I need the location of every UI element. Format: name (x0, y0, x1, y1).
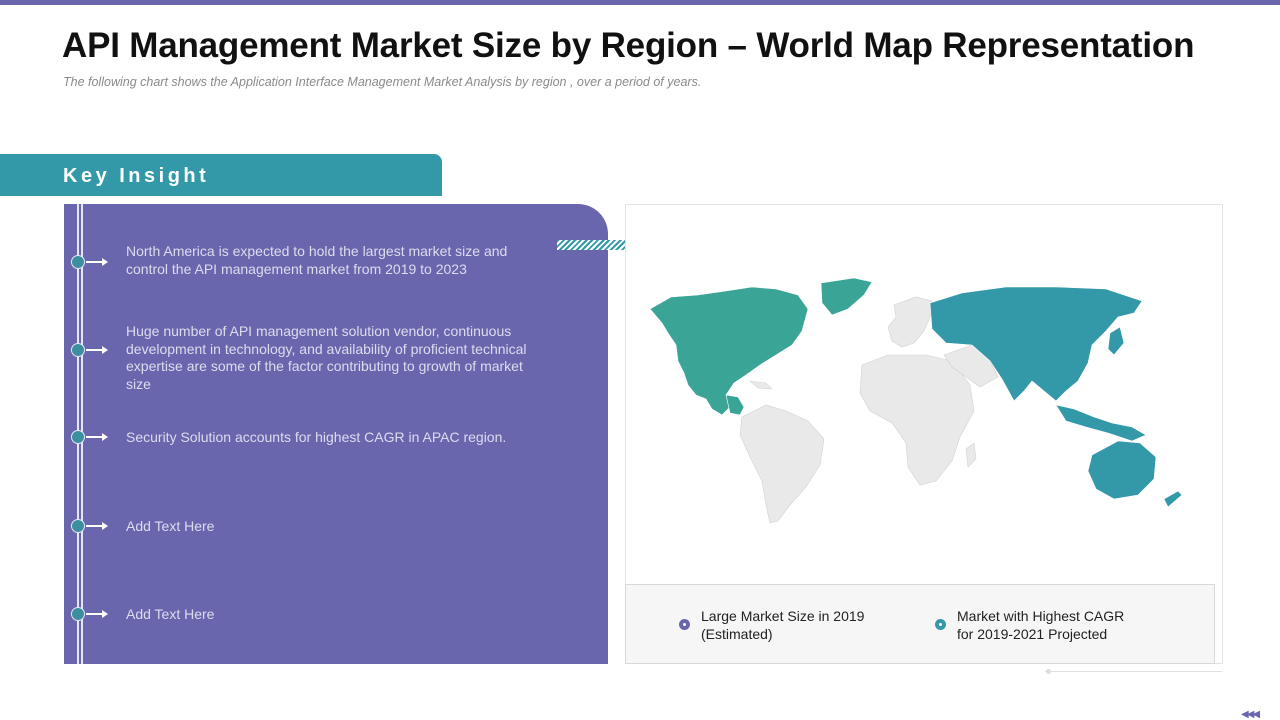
arrow-right-icon (86, 346, 108, 353)
slide-divider (1045, 671, 1222, 672)
timeline-dot-icon (71, 607, 85, 621)
map-caribbean (749, 380, 773, 390)
map-europe (887, 296, 933, 348)
arrow-right-icon (86, 258, 108, 265)
world-map (649, 277, 1183, 524)
map-africa (859, 354, 975, 486)
map-australia (1087, 440, 1157, 500)
key-insight-panel: North America is expected to hold the la… (64, 204, 608, 664)
top-accent-bar (0, 0, 1280, 5)
timeline-dot-icon (71, 430, 85, 444)
arrow-right-icon (86, 610, 108, 617)
key-insight-label: Key Insight (63, 165, 210, 187)
map-madagascar (965, 442, 977, 468)
insight-text: Huge number of API management solution v… (126, 323, 527, 392)
insight-text: Security Solution accounts for highest C… (126, 429, 507, 445)
purple-dot-icon (679, 619, 690, 630)
map-southeast-asia (1055, 404, 1147, 442)
arrow-right-icon (86, 522, 108, 529)
timeline-dot-icon (71, 343, 85, 357)
map-south-america (739, 404, 825, 524)
page-subtitle: The following chart shows the Applicatio… (63, 75, 702, 89)
legend-label: Large Market Size in 2019 (Estimated) (701, 608, 865, 642)
slide-divider-dot (1046, 669, 1051, 674)
key-insight-tab: Key Insight (0, 154, 442, 196)
insight-text: Add Text Here (126, 518, 215, 534)
teal-dot-icon (935, 619, 946, 630)
map-new-zealand (1163, 490, 1183, 508)
legend-label: Market with Highest CAGR for 2019-2021 P… (957, 608, 1125, 642)
timeline-dot-icon (71, 255, 85, 269)
map-greenland (820, 277, 873, 316)
arrow-right-icon (86, 433, 108, 440)
triple-left-arrow-icon[interactable]: ◀◀◀ (1241, 709, 1260, 720)
map-legend: Large Market Size in 2019 (Estimated) Ma… (625, 584, 1215, 664)
map-central-america (725, 394, 745, 416)
timeline-dot-icon (71, 519, 85, 533)
map-japan (1107, 326, 1125, 356)
insight-text: North America is expected to hold the la… (126, 243, 508, 277)
page-title: API Management Market Size by Region – W… (62, 26, 1195, 65)
insight-text: Add Text Here (126, 606, 215, 622)
